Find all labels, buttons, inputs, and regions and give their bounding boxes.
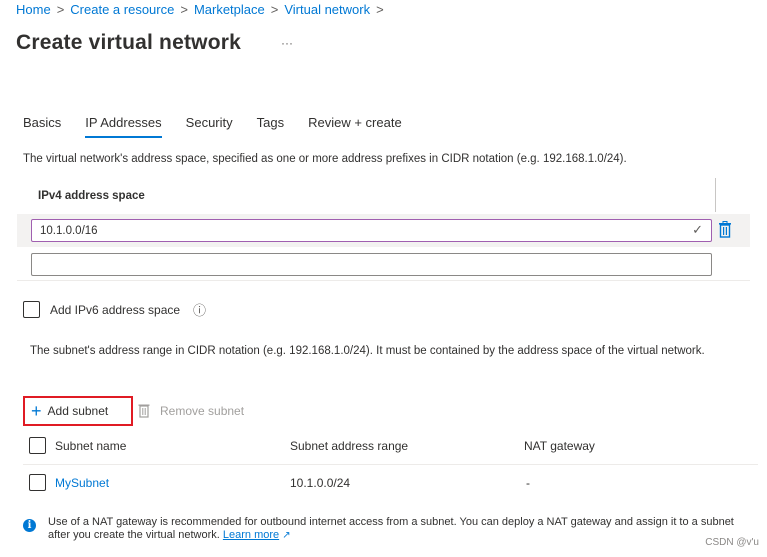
ipv4-address-value: 10.1.0.0/16 xyxy=(40,224,98,237)
address-space-description: The virtual network's address space, spe… xyxy=(23,153,627,165)
subnet-nat-gateway: - xyxy=(526,476,530,490)
ipv4-column-header: IPv4 address space xyxy=(38,190,145,202)
tab-security[interactable]: Security xyxy=(186,115,233,138)
chevron-right-icon: > xyxy=(180,2,188,17)
nat-info-text: Use of a NAT gateway is recommended for … xyxy=(48,516,734,541)
page-title: Create virtual network xyxy=(16,31,241,54)
select-all-checkbox[interactable] xyxy=(29,437,46,454)
ipv6-label: Add IPv6 address space xyxy=(50,303,181,317)
tab-basics[interactable]: Basics xyxy=(23,115,61,138)
row-checkbox[interactable] xyxy=(29,474,46,491)
plus-icon: + xyxy=(31,401,42,421)
table-divider xyxy=(23,464,758,465)
chevron-right-icon: > xyxy=(270,2,279,17)
breadcrumb-home[interactable]: Home xyxy=(16,2,51,17)
subnet-name-link[interactable]: MySubnet xyxy=(55,476,109,490)
external-link-icon: ↗ xyxy=(282,530,291,541)
column-header-subnet-name[interactable]: Subnet name xyxy=(55,439,126,453)
delete-address-button[interactable] xyxy=(718,221,732,243)
trash-icon xyxy=(138,404,150,418)
remove-subnet-button[interactable]: Remove subnet xyxy=(138,403,244,418)
more-options-icon[interactable]: ··· xyxy=(281,36,293,50)
breadcrumb-marketplace[interactable]: Marketplace xyxy=(194,2,265,17)
chevron-right-icon: > xyxy=(376,2,384,17)
breadcrumb-create-resource[interactable]: Create a resource xyxy=(70,2,174,17)
add-subnet-label: Add subnet xyxy=(47,404,109,418)
remove-subnet-label: Remove subnet xyxy=(160,403,245,418)
subnet-address-range: 10.1.0.0/24 xyxy=(290,476,351,490)
new-address-input[interactable] xyxy=(31,253,712,276)
breadcrumb: Home > Create a resource > Marketplace > Virtu… xyxy=(16,2,390,17)
divider xyxy=(17,280,750,281)
learn-more-link[interactable]: Learn more xyxy=(223,529,279,541)
info-icon[interactable]: ⓘ xyxy=(193,300,206,319)
tab-ip-addresses[interactable]: IP Addresses xyxy=(85,115,162,138)
add-subnet-button[interactable]: + Add subnet xyxy=(23,396,133,426)
table-row: MySubnet 10.1.0.0/24 - xyxy=(0,466,767,496)
ipv6-checkbox[interactable] xyxy=(23,301,40,318)
ipv4-address-input[interactable]: 10.1.0.0/16 ✓ xyxy=(31,219,712,242)
checkmark-icon: ✓ xyxy=(692,222,703,237)
breadcrumb-virtual-network[interactable]: Virtual network xyxy=(284,2,370,17)
tab-review-create[interactable]: Review + create xyxy=(308,115,402,138)
column-header-nat-gateway[interactable]: NAT gateway xyxy=(524,439,595,453)
subnet-description: The subnet's address range in CIDR notat… xyxy=(30,345,705,357)
tab-tags[interactable]: Tags xyxy=(257,115,284,138)
column-divider xyxy=(715,178,716,212)
chevron-right-icon: > xyxy=(56,2,65,17)
tab-bar: Basics IP Addresses Security Tags Review… xyxy=(23,115,426,138)
column-header-address-range[interactable]: Subnet address range xyxy=(290,439,408,453)
watermark: CSDN @v'u xyxy=(705,537,759,548)
nat-info-message: Use of a NAT gateway is recommended for … xyxy=(48,516,748,542)
trash-icon xyxy=(719,221,731,238)
